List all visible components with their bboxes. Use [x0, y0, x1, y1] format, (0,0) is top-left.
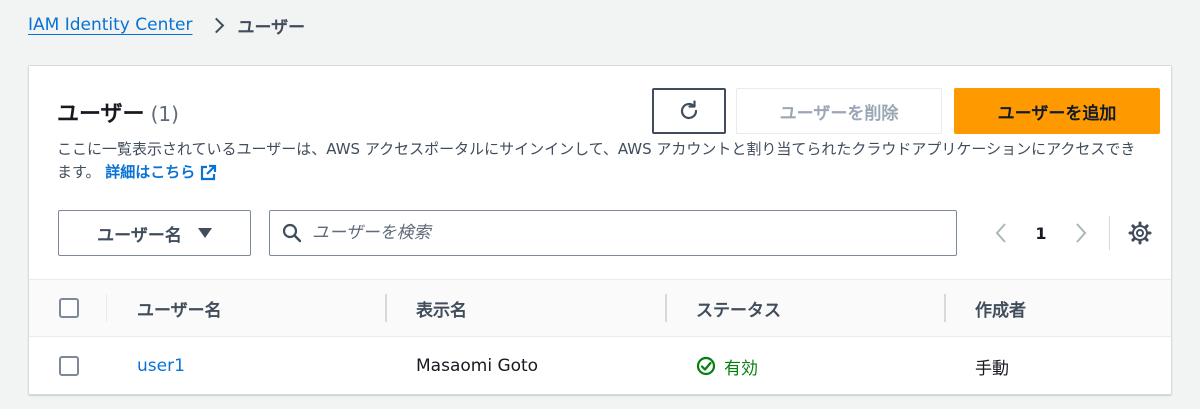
gear-icon — [1128, 221, 1152, 245]
search-box[interactable] — [269, 210, 957, 256]
cell-status: 有効 — [696, 337, 758, 394]
chevron-left-icon — [995, 223, 1006, 243]
user-count: (1) — [150, 102, 179, 126]
pagination-divider — [1109, 216, 1110, 250]
learn-more-link[interactable]: 詳細はこちら — [105, 163, 217, 181]
column-header-status[interactable]: ステータス — [696, 280, 781, 336]
column-header-created-by[interactable]: 作成者 — [975, 280, 1026, 336]
chevron-right-icon — [1076, 223, 1087, 243]
column-resizer[interactable] — [385, 294, 387, 322]
user-link[interactable]: user1 — [137, 356, 185, 376]
users-panel: ユーザー (1) ユーザーを削除 ユーザーを追加 ここに一覧表示されているユーザー… — [28, 65, 1172, 395]
filter-property-select[interactable]: ユーザー名 — [58, 210, 251, 256]
panel-title: ユーザー (1) — [57, 96, 179, 128]
column-resizer[interactable] — [665, 294, 667, 322]
column-divider — [106, 294, 107, 322]
breadcrumb-link-identity-center[interactable]: IAM Identity Center — [28, 15, 193, 35]
column-resizer[interactable] — [944, 294, 946, 322]
delete-user-button[interactable]: ユーザーを削除 — [736, 88, 942, 134]
external-link-icon — [201, 164, 217, 180]
search-icon — [282, 223, 302, 243]
chevron-right-icon — [208, 17, 224, 33]
refresh-button[interactable] — [652, 88, 726, 134]
panel-title-text: ユーザー — [57, 102, 145, 127]
breadcrumb-current: ユーザー — [237, 17, 306, 38]
cell-display-name: Masaomi Goto — [416, 356, 539, 376]
row-checkbox[interactable] — [59, 356, 79, 376]
breadcrumb: IAM Identity Center ユーザー — [28, 10, 305, 40]
refresh-icon — [680, 100, 698, 120]
column-header-username[interactable]: ユーザー名 — [137, 280, 222, 336]
cell-created-by: 手動 — [975, 358, 1009, 379]
page-number-button[interactable]: 1 — [1029, 216, 1053, 250]
caret-down-icon — [197, 228, 212, 238]
panel-description: ここに一覧表示されているユーザーは、AWS アクセスポータルにサインインして、A… — [57, 138, 1147, 184]
description-text: ここに一覧表示されているユーザーは、AWS アクセスポータルにサインインして、A… — [57, 140, 1136, 181]
check-circle-icon — [696, 356, 716, 376]
previous-page-button[interactable] — [989, 216, 1013, 250]
cell-username: user1 — [137, 337, 185, 394]
column-header-display-name[interactable]: 表示名 — [416, 280, 467, 336]
next-page-button[interactable] — [1069, 216, 1093, 250]
add-user-button[interactable]: ユーザーを追加 — [954, 88, 1160, 134]
learn-more-label: 詳細はこちら — [105, 163, 196, 181]
table-header: ユーザー名 表示名 ステータス 作成者 — [29, 279, 1171, 337]
table-settings-button[interactable] — [1125, 216, 1155, 250]
search-input[interactable] — [312, 223, 912, 243]
filter-property-label: ユーザー名 — [97, 225, 182, 246]
select-all-checkbox[interactable] — [59, 298, 79, 318]
status-label: 有効 — [724, 358, 758, 379]
table-row: user1 Masaomi Goto 有効 手動 — [29, 337, 1171, 394]
